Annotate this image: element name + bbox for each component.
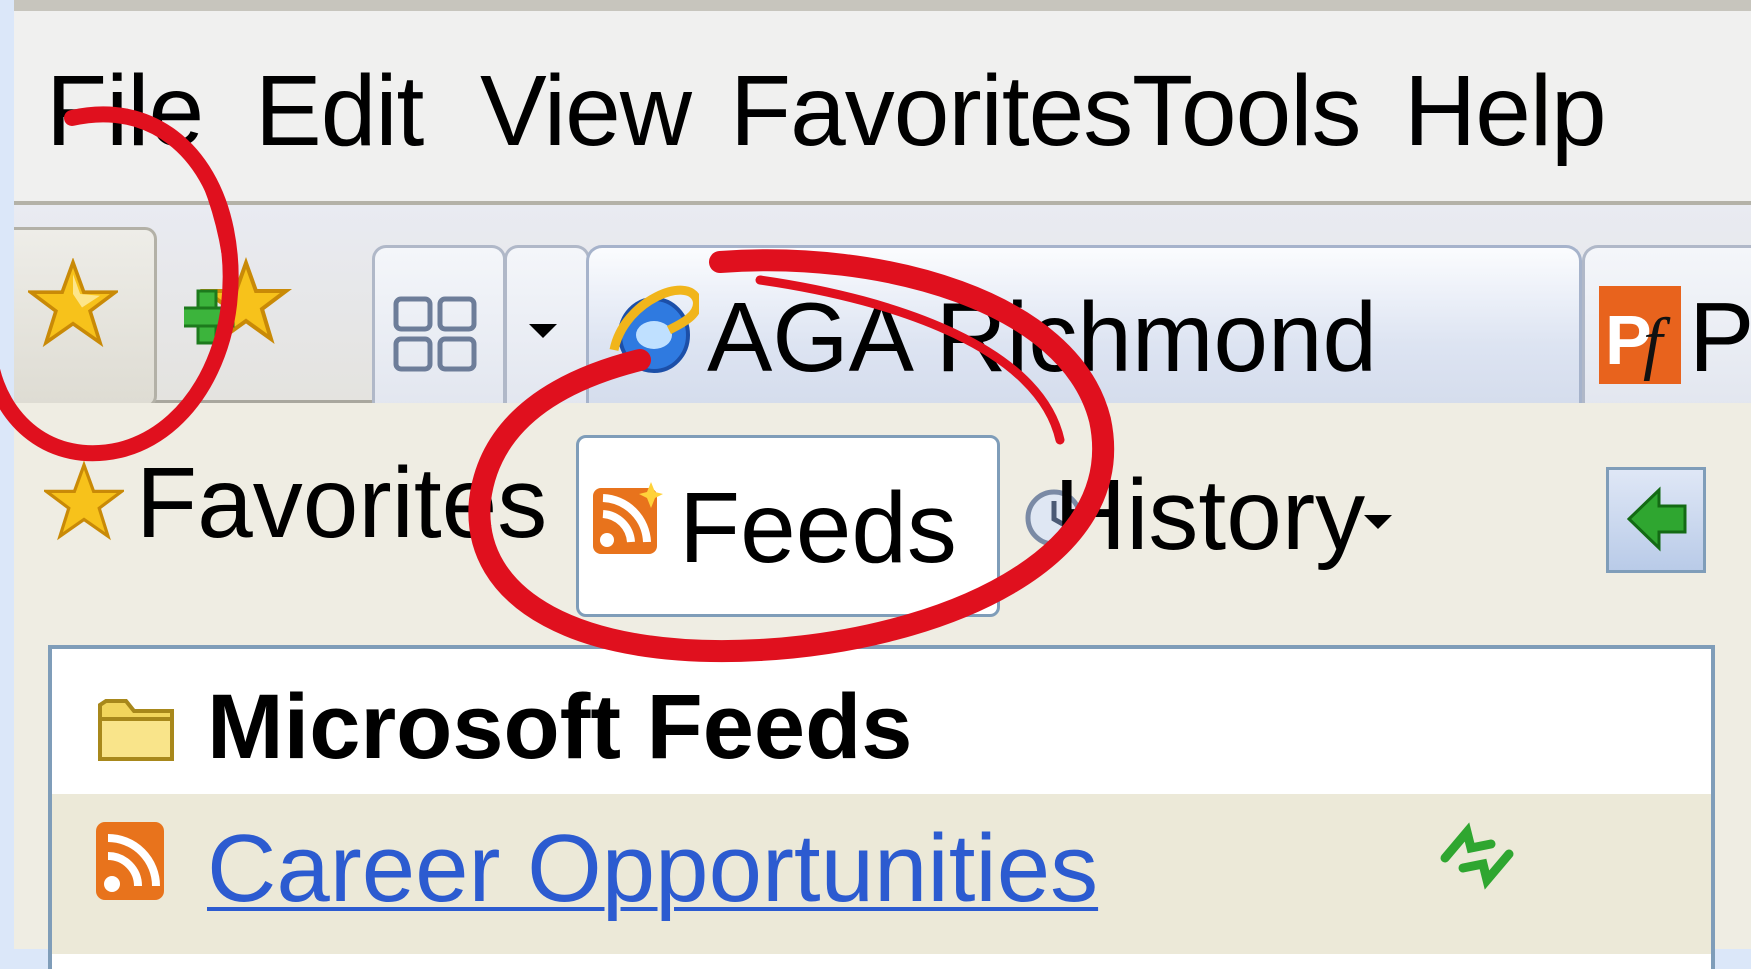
star-icon <box>44 461 124 541</box>
window-top-border <box>14 0 1751 11</box>
menu-file[interactable]: File <box>46 61 204 161</box>
rss-icon <box>593 482 663 554</box>
tab-title: AGA Richmond <box>707 282 1377 392</box>
favorites-tab-button[interactable]: Favorites <box>44 433 547 603</box>
history-tab-button[interactable]: History <box>1024 433 1544 603</box>
list-item[interactable]: Career Opportunities <box>52 794 1711 954</box>
feeds-list: Microsoft Feeds Career Opportunities <box>48 645 1715 969</box>
history-tab-label: History <box>1054 459 1366 571</box>
tab-active[interactable]: AGA Richmond <box>586 245 1582 408</box>
favorites-center-button[interactable] <box>14 227 157 408</box>
add-to-favorites-button[interactable] <box>179 251 294 361</box>
quick-tabs-button[interactable] <box>372 245 506 408</box>
add-star-icon <box>179 257 292 345</box>
menu-bar: File Edit View Favorites Tools Help <box>14 11 1751 205</box>
chevron-down-icon <box>529 324 557 338</box>
pin-favorites-center-button[interactable] <box>1606 467 1706 573</box>
tab-strip: AGA Richmond P f P <box>14 205 1751 408</box>
favorites-tab-label: Favorites <box>136 447 548 559</box>
refresh-icon[interactable] <box>1435 814 1519 898</box>
tab-second[interactable]: P f P <box>1582 245 1751 408</box>
menu-tools[interactable]: Tools <box>1132 61 1361 161</box>
ie-window: File Edit View Favorites Tools Help AGA … <box>14 0 1751 969</box>
quick-tabs-icon <box>393 296 477 372</box>
star-icon <box>28 258 118 348</box>
feed-link[interactable]: Career Opportunities <box>207 818 1098 920</box>
list-item[interactable]: Microsoft Feeds <box>52 669 1711 789</box>
ie-logo-icon <box>609 285 699 373</box>
pf-favicon-icon: P f <box>1599 286 1681 384</box>
menu-help[interactable]: Help <box>1404 61 1607 161</box>
menu-edit[interactable]: Edit <box>255 61 424 161</box>
green-arrow-icon <box>1627 486 1687 552</box>
folder-label: Microsoft Feeds <box>207 676 913 778</box>
tab-list-button[interactable] <box>504 245 590 408</box>
chevron-down-icon[interactable] <box>1364 515 1392 529</box>
folder-icon <box>98 699 174 761</box>
menu-favorites[interactable]: Favorites <box>730 61 1133 161</box>
tab-second-title: P <box>1689 282 1751 392</box>
favorites-center-toolbar: Favorites Feeds History <box>14 403 1751 633</box>
feeds-tab-label: Feeds <box>679 472 957 584</box>
menu-view[interactable]: View <box>480 61 692 161</box>
feeds-tab-button[interactable]: Feeds <box>576 435 1000 617</box>
rss-icon <box>96 822 164 900</box>
